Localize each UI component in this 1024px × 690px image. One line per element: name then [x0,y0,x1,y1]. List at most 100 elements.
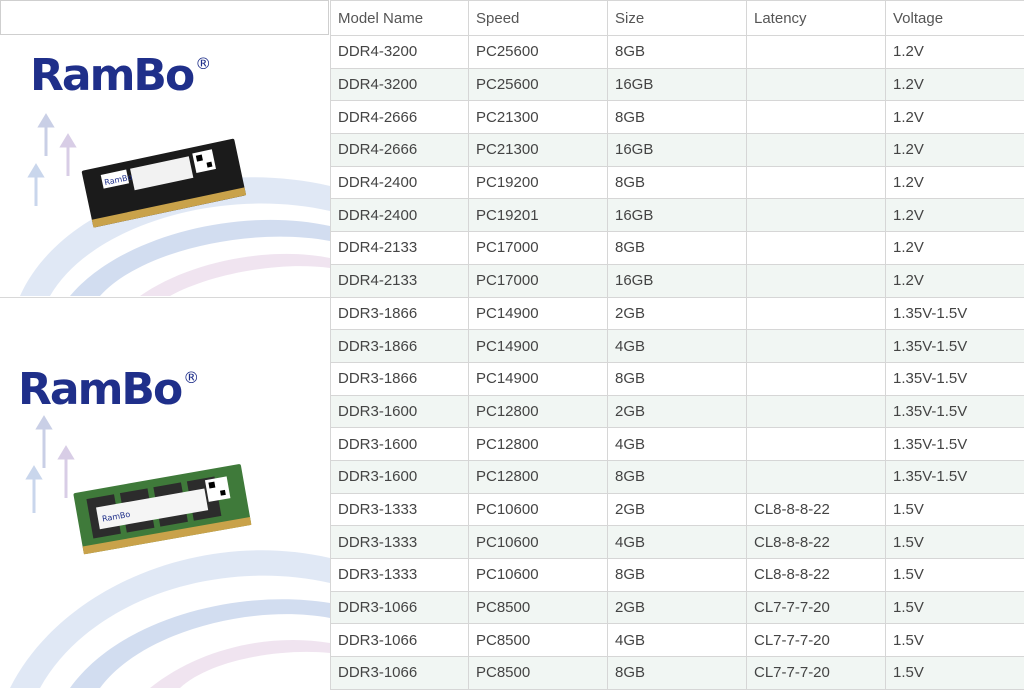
model-name-cell: DDR3-1066 [330,656,469,690]
speed-cell: PC8500 [468,656,608,690]
size-cell: 4GB [607,427,747,461]
speed-cell: PC19200 [468,165,608,200]
size-cell: 8GB [607,361,747,396]
voltage-cell: 1.35V-1.5V [885,296,1024,331]
voltage-cell: 1.5V [885,590,1024,625]
voltage-cell: 1.5V [885,525,1024,559]
brand-logo-text: RamBo [30,50,195,101]
speed-cell: PC17000 [468,263,608,298]
speed-cell: PC12800 [468,459,608,494]
model-name-cell: DDR3-1600 [330,394,469,429]
speed-cell: PC12800 [468,394,608,429]
latency-cell: CL7-7-7-20 [746,623,886,658]
voltage-cell: 1.2V [885,100,1024,135]
model-name-cell: DDR3-1866 [330,361,469,396]
model-name-cell: DDR3-1066 [330,590,469,625]
size-cell: 2GB [607,394,747,429]
model-name-cell: DDR4-2666 [330,100,469,135]
table-row: DDR4-3200 PC25600 16GB 1.2V [330,67,1024,102]
model-name-cell: DDR3-1600 [330,459,469,494]
column-header-voltage: Voltage [885,0,1024,36]
table-row: DDR4-2133 PC17000 16GB 1.2V [330,263,1024,298]
speed-cell: PC10600 [468,558,608,592]
voltage-cell: 1.5V [885,558,1024,592]
size-cell: 16GB [607,67,747,102]
voltage-cell: 1.5V [885,492,1024,527]
voltage-cell: 1.2V [885,231,1024,265]
qr-code-icon [192,149,216,174]
latency-cell [746,459,886,494]
size-cell: 8GB [607,459,747,494]
column-header-speed: Speed [468,0,608,36]
model-name-cell: DDR3-1866 [330,329,469,363]
model-name-cell: DDR4-2666 [330,133,469,167]
ddr4-ram-module-image: RamBo [81,138,247,228]
speed-cell: PC8500 [468,623,608,658]
model-name-cell: DDR3-1333 [330,558,469,592]
latency-cell [746,329,886,363]
model-name-cell: DDR4-2133 [330,231,469,265]
voltage-cell: 1.2V [885,35,1024,69]
table-row: DDR3-1066 PC8500 4GB CL7-7-7-20 1.5V [330,623,1024,658]
size-cell: 2GB [607,590,747,625]
size-cell: 16GB [607,133,747,167]
size-cell: 8GB [607,558,747,592]
size-cell: 8GB [607,165,747,200]
header-blank-cell [0,0,329,35]
column-header-model-name: Model Name [330,0,469,36]
voltage-cell: 1.2V [885,165,1024,200]
registered-mark: ® [195,54,211,73]
model-name-cell: DDR3-1066 [330,623,469,658]
latency-cell [746,165,886,200]
size-cell: 4GB [607,329,747,363]
latency-cell [746,35,886,69]
ddr3-ram-module-image: RamBo [73,464,252,555]
brand-logo-text: RamBo [18,364,183,415]
latency-cell [746,100,886,135]
speed-cell: PC14900 [468,296,608,331]
table-body: DDR4-3200 PC25600 8GB 1.2V DDR4-3200 PC25600 1… [330,35,1024,690]
size-cell: 8GB [607,100,747,135]
latency-cell [746,296,886,331]
table-header-row: Model Name Speed Size Latency Voltage [330,0,1024,36]
latency-cell: CL8-8-8-22 [746,525,886,559]
size-cell: 8GB [607,656,747,690]
latency-cell [746,133,886,167]
memory-spec-table: Model Name Speed Size Latency Voltage DD… [330,0,1024,690]
table-row: DDR3-1600 PC12800 8GB 1.35V-1.5V [330,459,1024,494]
speed-cell: PC14900 [468,329,608,363]
size-cell: 2GB [607,492,747,527]
latency-cell [746,198,886,233]
table-row: DDR4-2133 PC17000 8GB 1.2V [330,231,1024,265]
table-row: DDR4-2400 PC19201 16GB 1.2V [330,198,1024,233]
model-name-cell: DDR4-3200 [330,67,469,102]
latency-cell [746,361,886,396]
speed-cell: PC25600 [468,35,608,69]
speed-cell: PC10600 [468,492,608,527]
speed-cell: PC10600 [468,525,608,559]
size-cell: 4GB [607,525,747,559]
table-row: DDR3-1600 PC12800 2GB 1.35V-1.5V [330,394,1024,429]
latency-cell [746,263,886,298]
size-cell: 8GB [607,35,747,69]
size-cell: 4GB [607,623,747,658]
table-row: DDR3-1866 PC14900 8GB 1.35V-1.5V [330,361,1024,396]
speed-cell: PC14900 [468,361,608,396]
size-cell: 16GB [607,198,747,233]
speed-cell: PC12800 [468,427,608,461]
latency-cell: CL8-8-8-22 [746,558,886,592]
model-name-cell: DDR3-1600 [330,427,469,461]
registered-mark: ® [183,368,199,387]
speed-cell: PC21300 [468,133,608,167]
model-name-cell: DDR4-3200 [330,35,469,69]
voltage-cell: 1.2V [885,133,1024,167]
product-image-column: RamBo ® RamBo RamBo ® RamBo [0,0,330,690]
table-row: DDR3-1066 PC8500 2GB CL7-7-7-20 1.5V [330,590,1024,625]
voltage-cell: 1.35V-1.5V [885,361,1024,396]
table-row: DDR3-1066 PC8500 8GB CL7-7-7-20 1.5V [330,656,1024,690]
table-row: DDR3-1600 PC12800 4GB 1.35V-1.5V [330,427,1024,461]
voltage-cell: 1.5V [885,656,1024,690]
table-row: DDR3-1333 PC10600 2GB CL8-8-8-22 1.5V [330,492,1024,527]
speed-cell: PC21300 [468,100,608,135]
model-name-cell: DDR4-2133 [330,263,469,298]
